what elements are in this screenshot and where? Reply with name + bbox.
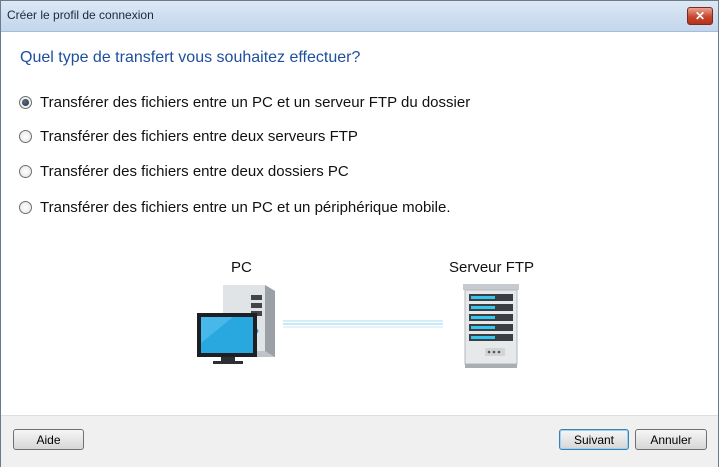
close-button[interactable]: ✕ <box>687 7 713 25</box>
option-pc-pc[interactable]: Transférer des fichiers entre deux dossi… <box>19 161 349 181</box>
option-label: Transférer des fichiers entre deux dossi… <box>40 162 349 180</box>
question-heading: Quel type de transfert vous souhaitez ef… <box>20 49 361 66</box>
radio-pc-pc[interactable] <box>19 164 32 178</box>
option-label: Transférer des fichiers entre deux serve… <box>40 127 358 145</box>
dialog-footer: Aide Suivant Annuler <box>1 415 718 467</box>
pc-label: PC <box>231 259 252 276</box>
next-button[interactable]: Suivant <box>559 429 629 450</box>
radio-ftp-ftp[interactable] <box>19 129 32 143</box>
option-label: Transférer des fichiers entre un PC et u… <box>40 93 471 111</box>
window-title: Créer le profil de connexion <box>7 8 154 22</box>
option-label: Transférer des fichiers entre un PC et u… <box>40 198 451 216</box>
help-button[interactable]: Aide <box>13 429 84 450</box>
title-bar[interactable]: Créer le profil de connexion ✕ <box>1 1 718 32</box>
radio-pc-mobile[interactable] <box>19 200 32 214</box>
option-pc-ftp[interactable]: Transférer des fichiers entre un PC et u… <box>19 92 470 112</box>
radio-pc-ftp[interactable] <box>19 95 32 109</box>
cancel-button[interactable]: Annuler <box>635 429 707 450</box>
server-label: Serveur FTP <box>449 259 535 276</box>
option-ftp-ftp[interactable]: Transférer des fichiers entre deux serve… <box>19 126 358 146</box>
desktop-computer-icon <box>197 285 275 364</box>
server-rack-icon <box>463 284 519 368</box>
close-icon: ✕ <box>694 9 706 23</box>
option-pc-mobile[interactable]: Transférer des fichiers entre un PC et u… <box>19 197 451 217</box>
connection-profile-dialog: Créer le profil de connexion ✕ Quel type… <box>0 0 719 467</box>
connection-lines <box>283 320 443 328</box>
